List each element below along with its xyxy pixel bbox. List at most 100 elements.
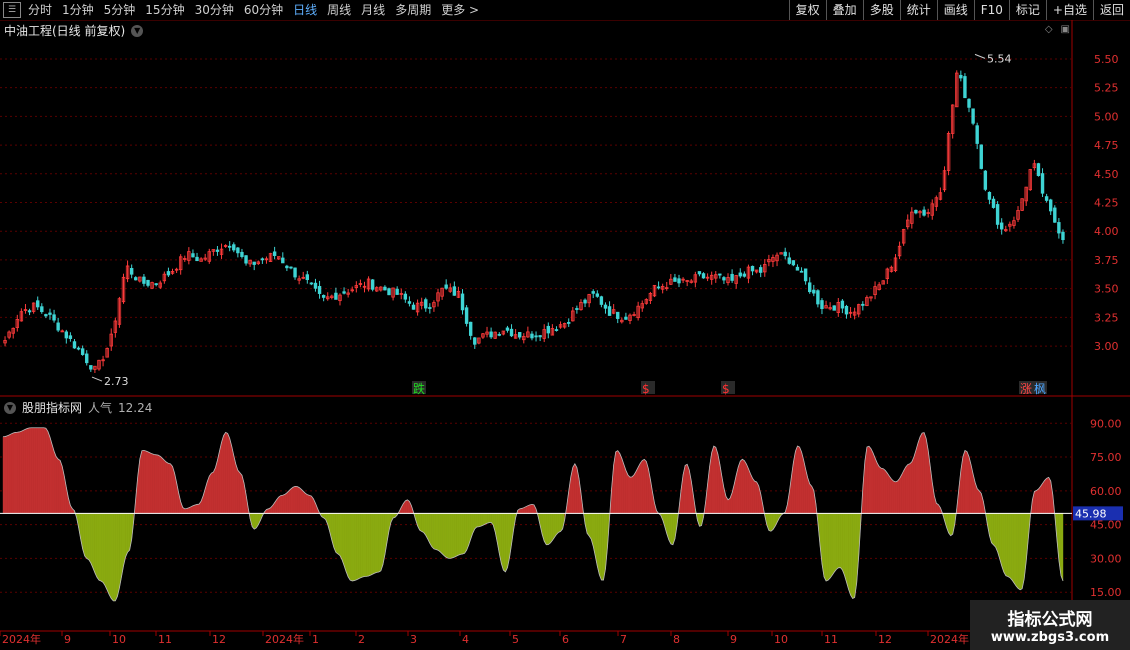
indicator-area — [1011, 513, 1015, 584]
indicator-area — [1003, 513, 1007, 576]
indicator-area — [90, 513, 94, 568]
indicator-area — [113, 513, 116, 602]
indicator-area — [503, 513, 506, 573]
indicator-area — [531, 504, 535, 514]
candle-body — [624, 316, 628, 320]
indicator-area — [809, 483, 812, 514]
indicator-area — [352, 513, 355, 582]
candle-body — [603, 304, 608, 309]
candle-body — [795, 266, 800, 271]
candle-body — [677, 278, 681, 284]
indicator-area — [98, 513, 102, 582]
indicator-area — [480, 513, 484, 527]
indicator-area — [166, 461, 169, 514]
indicator-area — [599, 513, 602, 581]
candle-body — [595, 293, 600, 297]
indicator-area — [572, 463, 576, 514]
indicator-area — [909, 461, 913, 514]
high-pointer — [974, 53, 986, 59]
indicator-area — [117, 513, 120, 597]
indicator-area — [637, 463, 641, 514]
indicator-area — [1019, 513, 1023, 591]
candle-body — [987, 191, 992, 200]
indicator-area — [421, 513, 424, 533]
indicator-area — [441, 513, 445, 557]
indicator-area — [848, 513, 851, 596]
indicator-area — [221, 435, 224, 514]
candle-body — [718, 273, 722, 276]
candle-body — [1049, 199, 1053, 212]
candle-body — [142, 276, 146, 284]
candle-body — [27, 310, 32, 313]
indicator-area — [711, 446, 714, 514]
indicator-tick-label: 90.00 — [1090, 417, 1122, 430]
stock-chart[interactable]: 5.50 5.25 5.00 4.75 4.50 4.25 4.00 3.75 3.50 3.25… — [0, 0, 1130, 650]
indicator-area — [423, 513, 426, 536]
indicator-area — [196, 503, 200, 514]
candle-body — [85, 353, 89, 364]
indicator-area — [158, 454, 161, 514]
candle-body — [89, 365, 93, 370]
candle-body — [227, 245, 232, 248]
indicator-area — [278, 495, 281, 514]
indicator-area — [834, 513, 837, 573]
candle-body — [861, 303, 865, 306]
candle-body — [252, 261, 256, 265]
indicator-area — [917, 436, 921, 514]
indicator-area — [452, 513, 455, 559]
candle-body — [272, 251, 277, 256]
candle-body — [411, 304, 416, 310]
indicator-area — [615, 450, 618, 514]
indicator-area — [37, 427, 40, 514]
indicator-area — [448, 513, 451, 559]
indicator-area — [237, 469, 241, 514]
indicator-area — [979, 490, 982, 514]
indicator-tick-label: 75.00 — [1090, 451, 1122, 464]
candle-body — [76, 347, 81, 350]
indicator-area — [1046, 477, 1049, 514]
date-label: 2024年 — [2, 632, 41, 646]
indicator-area — [1040, 482, 1043, 514]
candle-body — [313, 282, 318, 289]
date-label: 10 — [774, 633, 788, 646]
indicator-area — [993, 513, 996, 548]
indicator-area — [362, 513, 365, 578]
candle-body — [244, 255, 248, 264]
candle-body — [383, 286, 387, 291]
indicator-area — [625, 470, 629, 514]
candle-body — [799, 270, 804, 273]
candle-body — [48, 312, 52, 315]
indicator-area — [1013, 513, 1017, 587]
candle-body — [68, 335, 73, 339]
price-tick-label: 3.50 — [1094, 283, 1119, 296]
indicator-area — [45, 427, 49, 514]
indicator-area — [840, 513, 843, 571]
candle-body — [758, 267, 763, 273]
candle-body — [1036, 163, 1041, 176]
candle-body — [534, 335, 538, 338]
indicator-area — [164, 459, 167, 514]
indicator-area — [35, 427, 38, 514]
high-price-label: 5.54 — [987, 52, 1012, 65]
indicator-area — [49, 437, 53, 514]
candle-body — [134, 277, 138, 281]
indicator-area — [151, 453, 155, 514]
indicator-area — [876, 462, 880, 514]
candle-body — [1061, 231, 1065, 241]
date-label: 6 — [562, 633, 569, 646]
indicator-area — [39, 427, 43, 514]
indicator-area — [1044, 477, 1047, 514]
indicator-area — [866, 445, 870, 514]
indicator-area — [868, 445, 872, 514]
indicator-area — [284, 492, 288, 514]
indicator-area — [899, 474, 902, 514]
indicator-area — [143, 450, 147, 514]
indicator-area — [738, 461, 741, 514]
indicator-area — [829, 513, 833, 579]
indicator-area — [462, 513, 465, 555]
indicator-area — [901, 470, 904, 514]
indicator-area — [770, 513, 774, 532]
indicator-area — [872, 452, 876, 514]
candle-body — [1053, 207, 1057, 223]
indicator-area — [290, 486, 294, 514]
